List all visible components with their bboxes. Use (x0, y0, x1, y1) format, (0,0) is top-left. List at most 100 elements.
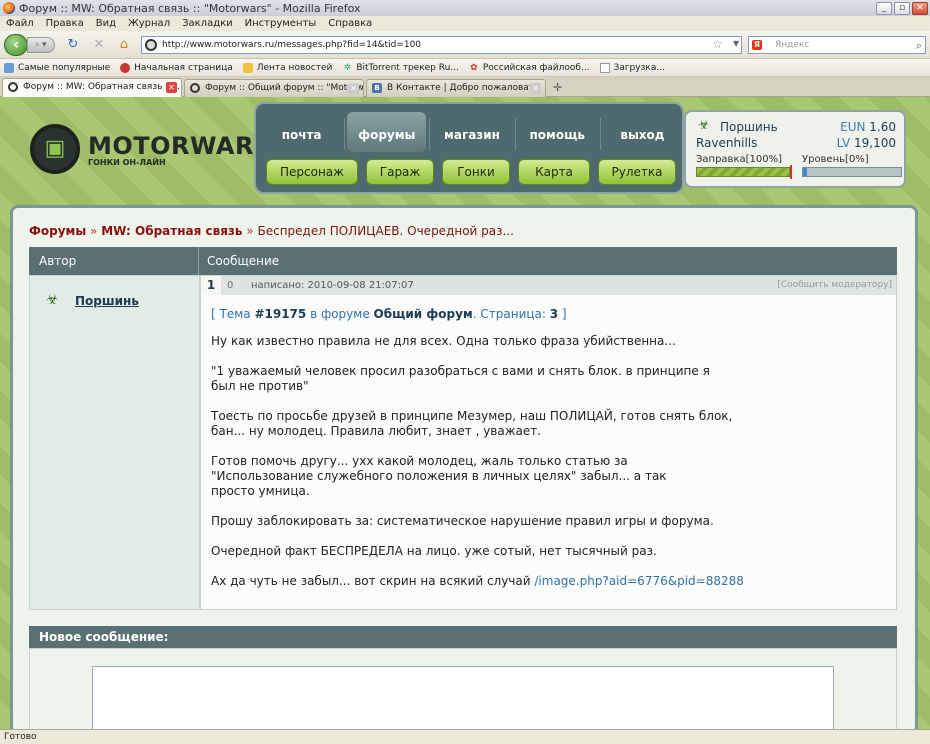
user-city: Ravenhills (696, 136, 758, 150)
breadcrumb-forums[interactable]: Форумы (29, 224, 86, 238)
bookmarks-folder-icon (4, 62, 14, 73)
nav-shop[interactable]: магазин (432, 112, 516, 152)
breadcrumb-feedback[interactable]: MW: Обратная связь (101, 224, 242, 238)
topic-page[interactable]: 3 (550, 307, 558, 321)
url-dropdown-icon[interactable]: ▼ (733, 39, 739, 48)
search-icon[interactable]: ⌕ (916, 38, 922, 54)
window-title: Форум :: MW: Обратная связь :: "Motorwar… (19, 1, 361, 15)
level-progress-bar (802, 167, 902, 177)
user-panel: ☣ Поршинь Ravenhills EUN 1.60 LV 19,100 … (684, 110, 906, 188)
nav-forums[interactable]: форумы (347, 112, 431, 152)
menu-help[interactable]: Справка (322, 18, 378, 29)
reload-icon[interactable]: ↻ (66, 38, 80, 52)
vk-favicon: B (372, 83, 382, 93)
nav-roulette-button[interactable]: Рулетка (598, 159, 676, 185)
post-header: 1 0 написано: 2010-09-08 21:07:07 [Сообщ… (201, 276, 896, 295)
browser-window: Форум :: MW: Обратная связь :: "Motorwar… (0, 0, 930, 744)
post-message-cell: 1 0 написано: 2010-09-08 21:07:07 [Сообщ… (200, 275, 897, 610)
post-paragraph: Тоесть по просьбе друзей в принципе Мезу… (211, 409, 733, 438)
post-paragraph: Очередной факт БЕСПРЕДЕЛА на лицо. уже с… (211, 544, 657, 558)
motorwars-favicon (8, 82, 18, 92)
minimize-button[interactable]: _ (876, 1, 892, 15)
forum-content: Форумы » MW: Обратная связь » Беспредел … (10, 205, 918, 729)
menu-tools[interactable]: Инструменты (239, 18, 323, 29)
menu-file[interactable]: Файл (0, 18, 40, 29)
firefox-bookmark-icon (120, 62, 131, 73)
bookmark-bittorrent[interactable]: ✲ BitTorrent трекер Ru... (338, 63, 465, 73)
stop-icon[interactable]: ✕ (92, 38, 106, 52)
navigation-toolbar: ‹ › ▾ ↻ ✕ ⌂ http://www.motorwars.ru/mess… (0, 31, 930, 59)
main-navigation: почта форумы магазин помощь выход Персон… (254, 102, 684, 194)
bookmark-home[interactable]: Начальная страница (116, 62, 239, 73)
topic-forum-name[interactable]: Общий форум (374, 307, 473, 321)
new-message-header: Новое сообщение: (29, 626, 897, 648)
bookmark-fileshare[interactable]: ✿ Российская файлооб... (465, 63, 596, 73)
status-bar: Готово (0, 729, 930, 744)
user-name[interactable]: Поршинь (720, 120, 778, 134)
bookmark-star-icon[interactable]: ☆ (712, 37, 723, 51)
back-button[interactable]: ‹ (4, 34, 28, 56)
home-icon[interactable]: ⌂ (117, 38, 131, 52)
forward-button[interactable]: › ▾ (27, 37, 55, 53)
menu-bookmarks[interactable]: Закладки (176, 18, 239, 29)
clan-icon: ☣ (46, 292, 59, 308)
menu-bar: Файл Правка Вид Журнал Закладки Инструме… (0, 16, 930, 31)
nav-map-button[interactable]: Карта (518, 159, 590, 185)
url-bar[interactable]: http://www.motorwars.ru/messages.php?fid… (141, 36, 742, 54)
lv-balance: LV 19,100 (836, 136, 896, 150)
posts-table-header: Автор Сообщение (29, 247, 897, 275)
nav-mail[interactable]: почта (262, 112, 346, 152)
bookmark-popular[interactable]: Самые популярные (0, 62, 116, 73)
menu-view[interactable]: Вид (90, 18, 122, 29)
motorwars-favicon (190, 83, 200, 93)
tab-forum-feedback[interactable]: Форум :: MW: Обратная связь :: ... ✕ (2, 78, 182, 98)
post-body: Ну как известно правила не для всех. Одн… (211, 334, 871, 604)
new-message-textarea[interactable] (92, 666, 834, 729)
menu-history[interactable]: Журнал (122, 18, 176, 29)
new-message-area (29, 648, 897, 729)
search-bar[interactable]: Я Яндекс ⌕ (748, 36, 926, 54)
search-placeholder: Яндекс (775, 40, 810, 50)
post-paragraph: Ну как известно правила не для всех. Одн… (211, 334, 676, 348)
tab-general-forum[interactable]: Форум :: Общий форум :: "Motorwars" ✕ (184, 79, 364, 97)
screenshot-link[interactable]: /image.php?aid=6776&pid=88288 (534, 574, 744, 588)
topic-id[interactable]: #19175 (254, 307, 306, 321)
nav-races-button[interactable]: Гонки (442, 159, 510, 185)
maximize-button[interactable]: ▫ (894, 1, 910, 15)
fuel-label: Заправка[100%] (696, 154, 783, 165)
post-author-link[interactable]: Поршинь (75, 294, 139, 308)
close-tab-icon[interactable]: ✕ (166, 82, 177, 93)
clan-icon: ☣ (698, 118, 710, 133)
fuel-progress-bar (696, 167, 790, 177)
post-paragraph-last: Ах да чуть не забыл... вот скрин на всяк… (211, 574, 744, 588)
tab-vkontakte[interactable]: B В Контакте | Добро пожаловать ✕ (366, 79, 546, 97)
close-tab-icon[interactable]: ✕ (530, 83, 541, 94)
nav-garage-button[interactable]: Гараж (366, 159, 434, 185)
bookmark-loading[interactable]: Загрузка... (596, 62, 671, 73)
level-label: Уровень[0%] (802, 154, 869, 165)
close-window-button[interactable]: ✕ (912, 1, 928, 15)
post-author-cell: ☣ Поршинь (29, 275, 200, 610)
report-moderator-link[interactable]: [Сообщить модератору] (777, 276, 892, 295)
url-text: http://www.motorwars.ru/messages.php?fid… (162, 40, 422, 50)
close-tab-icon[interactable]: ✕ (348, 83, 359, 94)
yandex-icon[interactable]: Я (752, 40, 762, 50)
torrent-icon: ✲ (343, 62, 352, 73)
firefox-icon (3, 2, 15, 14)
nav-logout[interactable]: выход (603, 112, 682, 152)
nav-character-button[interactable]: Персонаж (266, 159, 358, 185)
fileshare-icon: ✿ (470, 62, 478, 73)
column-message: Сообщение (207, 254, 280, 268)
bookmark-news[interactable]: Лента новостей (239, 62, 339, 73)
post-topic-line: [ Тема #19175 в форуме Общий форум. Стра… (211, 307, 567, 321)
post-number[interactable]: 1 (201, 276, 221, 295)
post-date: написано: 2010-09-08 21:07:07 (251, 280, 414, 291)
new-tab-icon[interactable]: ✛ (553, 81, 562, 94)
menu-edit[interactable]: Правка (40, 18, 90, 29)
post-paragraph: Готов помочь другу... ухх какой молодец,… (211, 454, 667, 498)
post-paragraph: "1 уважаемый человек просил разобраться … (211, 364, 710, 393)
site-favicon (145, 39, 157, 51)
post-rating: 0 (227, 280, 234, 291)
column-author: Автор (29, 247, 199, 275)
nav-help[interactable]: помощь (518, 112, 602, 152)
